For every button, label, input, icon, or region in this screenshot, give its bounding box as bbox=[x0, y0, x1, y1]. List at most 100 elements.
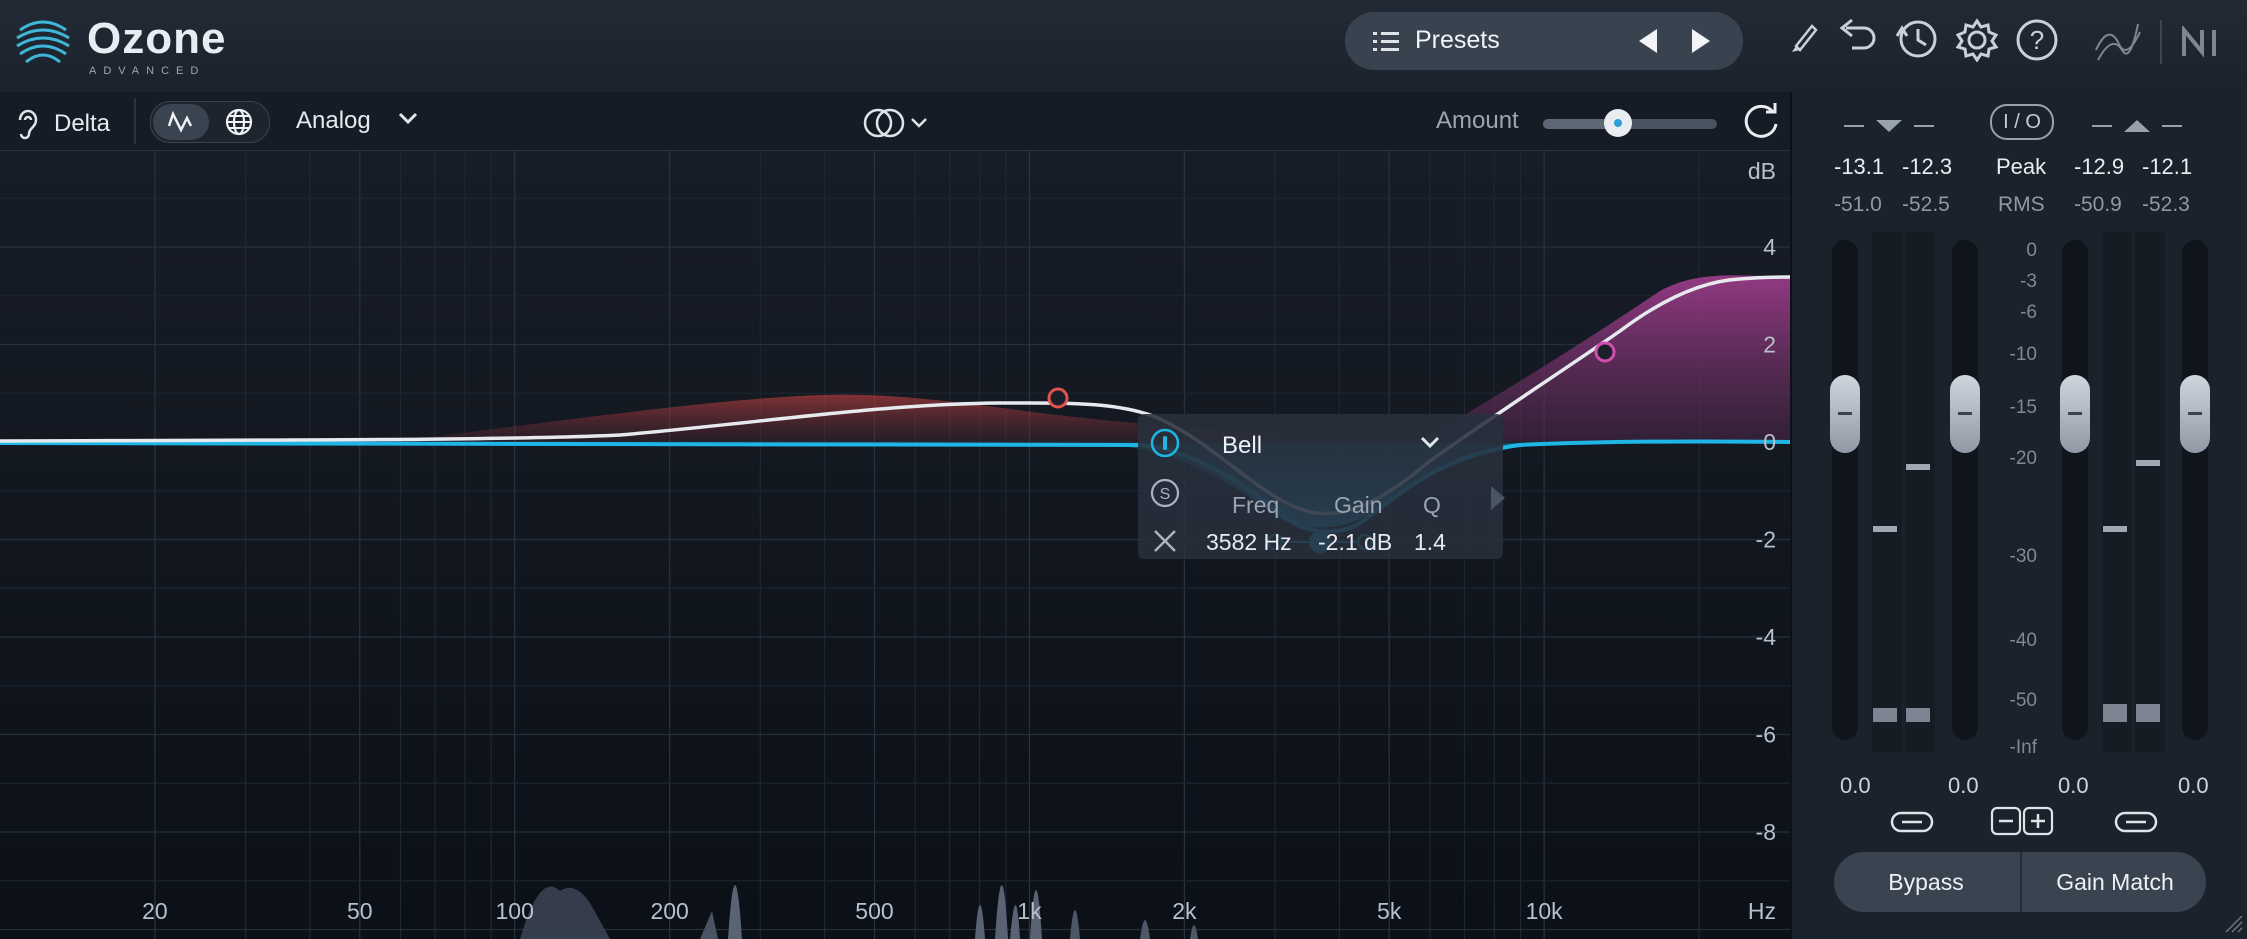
io-toggle[interactable]: I / O bbox=[1990, 104, 2054, 140]
meter-level bbox=[1906, 708, 1930, 722]
waveform-icon bbox=[167, 110, 193, 133]
db-tick-label: -6 bbox=[1756, 722, 1776, 748]
q-value[interactable]: 1.4 bbox=[1414, 529, 1446, 556]
history-icon[interactable] bbox=[1895, 18, 1939, 60]
global-view-tab[interactable] bbox=[211, 104, 267, 140]
next-preset-icon[interactable] bbox=[1690, 28, 1712, 54]
chevron-down-icon[interactable] bbox=[398, 112, 418, 126]
gain-trim-icon[interactable] bbox=[1990, 805, 2054, 837]
db-tick-label: 2 bbox=[1763, 332, 1776, 358]
filter-mode-dropdown[interactable]: Analog bbox=[296, 107, 371, 135]
popup-expand-arrow[interactable] bbox=[1491, 486, 1505, 510]
freq-tick-label: 2k bbox=[1172, 898, 1197, 924]
output-peak-right: -12.1 bbox=[2142, 154, 2193, 179]
freq-header: Freq bbox=[1232, 492, 1280, 518]
app-name: Ozone bbox=[87, 14, 227, 63]
meter-scale-tick: -15 bbox=[2009, 397, 2037, 418]
input-right-fader[interactable] bbox=[1950, 240, 1980, 740]
meter-scale-tick: -40 bbox=[2009, 630, 2037, 651]
output-right-fader[interactable] bbox=[2180, 240, 2210, 740]
input-left-fader[interactable] bbox=[1830, 240, 1860, 740]
freq-tick-label: 500 bbox=[855, 898, 893, 924]
ear-icon bbox=[18, 109, 38, 140]
eq-display[interactable]: dB 4 2 0 -2 -4 -6 -8 20 50 100 200 500 1k 2k 5k 10k Hz S… bbox=[0, 151, 1790, 939]
output-link-icon[interactable] bbox=[2114, 809, 2158, 835]
db-tick-label: -8 bbox=[1756, 819, 1776, 845]
eq-graph[interactable]: dB420-2-4-6-8 20 50 100 200 500 1k 2k 5k 10k Hz bbox=[0, 151, 1790, 939]
input-rms-right: -52.5 bbox=[1902, 193, 1950, 216]
mid-band-curve bbox=[0, 439, 1790, 534]
meter-level bbox=[2103, 704, 2127, 722]
undo-icon[interactable] bbox=[1838, 18, 1878, 52]
eq-curve-view-tab[interactable] bbox=[153, 104, 209, 140]
output-rms-left: -50.9 bbox=[2074, 193, 2122, 216]
output-left-fader[interactable] bbox=[2060, 240, 2090, 740]
prev-preset-icon[interactable] bbox=[1637, 28, 1659, 54]
rms-label: RMS bbox=[1998, 193, 2045, 216]
output-left-gain[interactable]: 0.0 bbox=[2058, 773, 2089, 799]
stereo-mode-icon[interactable] bbox=[862, 106, 932, 140]
band-enable-icon[interactable] bbox=[1150, 428, 1180, 458]
output-left-meter bbox=[2102, 232, 2132, 752]
ozone-logo: Ozone ADVANCED bbox=[12, 10, 252, 80]
freq-value[interactable]: 3582 Hz bbox=[1206, 529, 1292, 556]
amount-slider-thumb[interactable] bbox=[1603, 109, 1632, 137]
low-band-node[interactable] bbox=[1047, 387, 1069, 409]
gain-header: Gain bbox=[1334, 492, 1383, 518]
eq-toolbar: Delta Analog Amount bbox=[0, 92, 1790, 151]
meter-level bbox=[2136, 704, 2160, 722]
input-left-fader-knob[interactable] bbox=[1830, 375, 1860, 453]
meter-scale-tick: -20 bbox=[2009, 448, 2037, 469]
meter-scale-tick: -50 bbox=[2009, 690, 2037, 711]
view-mode-toggle[interactable] bbox=[150, 101, 270, 143]
reset-icon[interactable] bbox=[1740, 100, 1782, 142]
solo-icon[interactable]: S bbox=[1150, 478, 1180, 508]
help-icon[interactable]: ? bbox=[2015, 18, 2059, 62]
input-section-icon bbox=[1844, 120, 1934, 132]
resize-grip-icon[interactable] bbox=[2224, 914, 2244, 934]
input-peak-left: -13.1 bbox=[1834, 154, 1885, 179]
input-link-icon[interactable] bbox=[1890, 809, 1934, 835]
high-band-node[interactable] bbox=[1594, 341, 1616, 363]
db-tick-label: -2 bbox=[1756, 527, 1776, 553]
divider bbox=[134, 98, 136, 144]
ni-logo-icon[interactable] bbox=[2180, 26, 2230, 58]
output-rms-right: -52.3 bbox=[2142, 193, 2190, 216]
delta-label: Delta bbox=[54, 110, 111, 137]
chevron-down-icon[interactable] bbox=[1420, 436, 1440, 450]
db-tick-label: 4 bbox=[1763, 234, 1776, 260]
amount-slider[interactable] bbox=[1543, 109, 1717, 137]
output-left-fader-knob[interactable] bbox=[2060, 375, 2090, 453]
output-peak-left: -12.9 bbox=[2074, 154, 2125, 179]
peak-label: Peak bbox=[1996, 154, 2047, 179]
bypass-button[interactable]: Bypass bbox=[1834, 852, 2018, 912]
signal-chain-icon[interactable] bbox=[2092, 20, 2144, 68]
top-bar: Ozone ADVANCED Presets ? bbox=[0, 0, 2247, 93]
meter-peak-hold bbox=[1906, 464, 1930, 470]
meter-peak-hold bbox=[2103, 526, 2127, 532]
freq-tick-label: 10k bbox=[1526, 898, 1564, 924]
globe-icon bbox=[225, 108, 253, 136]
gain-value[interactable]: -2.1 dB bbox=[1318, 529, 1392, 556]
q-header: Q bbox=[1423, 492, 1441, 518]
band-popup: S Bell Freq Gain Q 3582 Hz -2.1 dB 1.4 bbox=[1138, 414, 1505, 559]
pencil-icon[interactable] bbox=[1790, 18, 1820, 52]
input-right-fader-knob[interactable] bbox=[1950, 375, 1980, 453]
freq-tick-label: 50 bbox=[347, 898, 373, 924]
bypass-gain-match-group: Bypass Gain Match bbox=[1834, 852, 2206, 912]
output-right-gain[interactable]: 0.0 bbox=[2178, 773, 2209, 799]
svg-text:?: ? bbox=[2030, 25, 2044, 55]
close-icon[interactable] bbox=[1150, 526, 1180, 556]
output-right-fader-knob[interactable] bbox=[2180, 375, 2210, 453]
eq-grid bbox=[0, 151, 1790, 939]
ozone-logo-icon bbox=[16, 20, 70, 64]
io-meter-panel: I / O -13.1 -12.3 Peak -12.9 -12.1 -51.0… bbox=[1791, 92, 2247, 939]
input-right-gain[interactable]: 0.0 bbox=[1948, 773, 1979, 799]
presets-label[interactable]: Presets bbox=[1415, 26, 1500, 55]
freq-tick-label: 1k bbox=[1017, 898, 1042, 924]
gear-icon[interactable] bbox=[1955, 18, 1999, 62]
band-shape-dropdown[interactable]: Bell bbox=[1222, 432, 1262, 460]
input-left-gain[interactable]: 0.0 bbox=[1840, 773, 1871, 799]
gain-match-button[interactable]: Gain Match bbox=[2020, 852, 2208, 912]
presets-bar[interactable]: Presets bbox=[1345, 12, 1743, 70]
